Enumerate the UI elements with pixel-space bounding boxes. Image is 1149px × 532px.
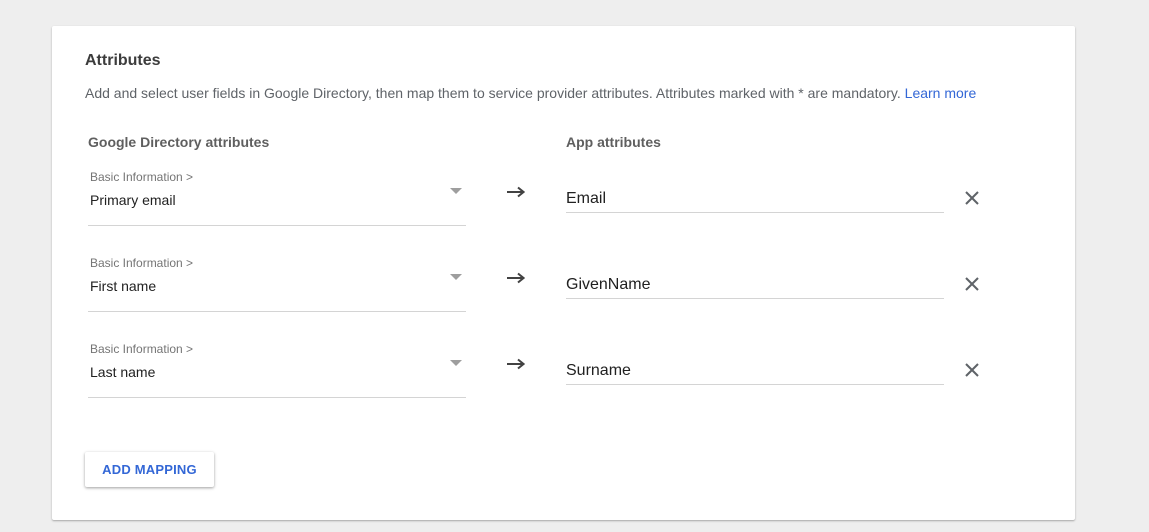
- attribute-value: First name: [90, 278, 157, 294]
- attributes-card: Attributes Add and select user fields in…: [52, 26, 1075, 520]
- app-attribute-input[interactable]: [566, 186, 944, 213]
- close-icon: [965, 191, 979, 205]
- attribute-value: Primary email: [90, 192, 176, 208]
- attribute-group-label: Basic Information >: [90, 170, 194, 184]
- remove-mapping-button[interactable]: [960, 272, 984, 296]
- arrow-right-icon: [507, 358, 525, 370]
- caret-down-icon: [450, 360, 462, 366]
- attribute-group-label: Basic Information >: [90, 342, 194, 356]
- app-attribute-input[interactable]: [566, 272, 944, 299]
- app-attribute-input[interactable]: [566, 358, 944, 385]
- arrow-right-icon: [507, 272, 525, 284]
- close-icon: [965, 277, 979, 291]
- mapping-row: Basic Information > First name: [52, 256, 1075, 316]
- google-directory-attributes-header: Google Directory attributes: [88, 134, 270, 150]
- card-description: Add and select user fields in Google Dir…: [85, 85, 976, 101]
- directory-attribute-select[interactable]: Basic Information > First name: [88, 256, 466, 312]
- directory-attribute-select[interactable]: Basic Information > Last name: [88, 342, 466, 398]
- caret-down-icon: [450, 188, 462, 194]
- app-attributes-header: App attributes: [566, 134, 661, 150]
- mapping-row: Basic Information > Last name: [52, 342, 1075, 402]
- caret-down-icon: [450, 274, 462, 280]
- directory-attribute-select[interactable]: Basic Information > Primary email: [88, 170, 466, 226]
- attribute-value: Last name: [90, 364, 156, 380]
- close-icon: [965, 363, 979, 377]
- arrow-right-icon: [507, 186, 525, 198]
- card-title: Attributes: [85, 52, 161, 69]
- mapping-row: Basic Information > Primary email: [52, 170, 1075, 230]
- description-text: Add and select user fields in Google Dir…: [85, 85, 901, 101]
- learn-more-link[interactable]: Learn more: [905, 85, 977, 101]
- remove-mapping-button[interactable]: [960, 358, 984, 382]
- remove-mapping-button[interactable]: [960, 186, 984, 210]
- attribute-group-label: Basic Information >: [90, 256, 194, 270]
- add-mapping-button[interactable]: ADD MAPPING: [85, 452, 214, 487]
